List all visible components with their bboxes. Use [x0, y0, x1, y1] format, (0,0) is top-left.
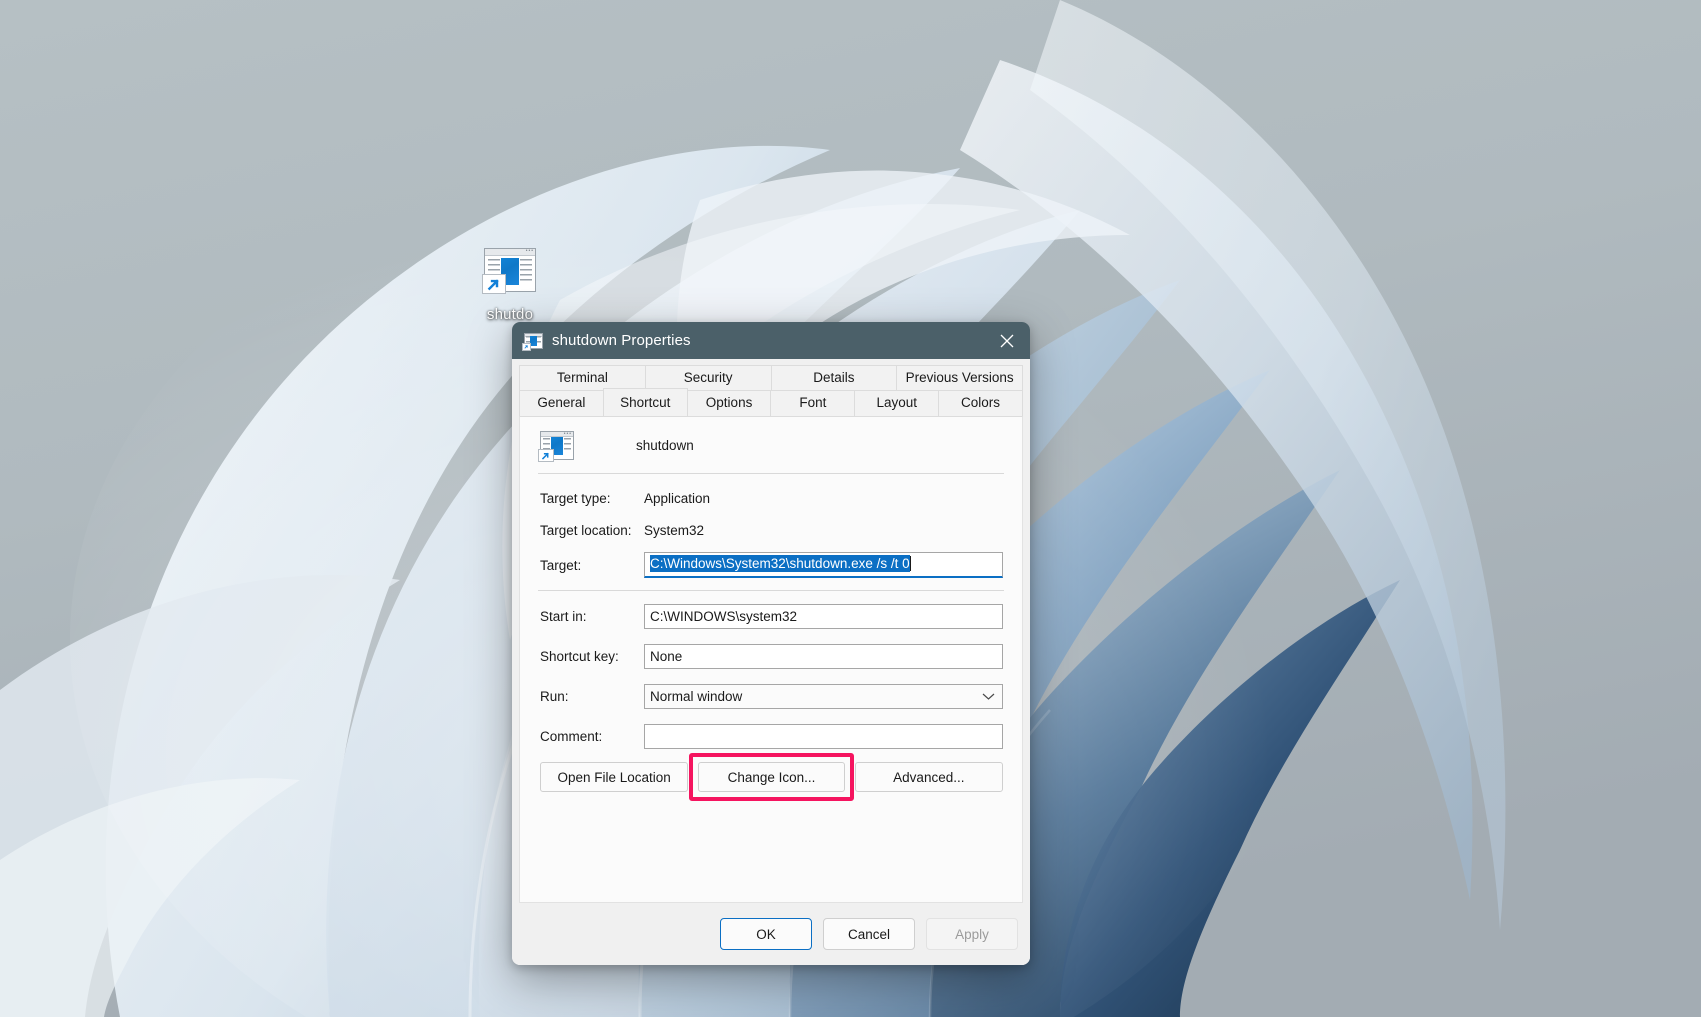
dialog-footer: OK Cancel Apply: [512, 903, 1030, 965]
desktop[interactable]: ••• shutdo shutdown Properties Terminal …: [0, 0, 1701, 1017]
change-icon-button-wrapper: Change Icon...: [689, 753, 854, 801]
desktop-icon-label: shutdo: [486, 306, 534, 323]
tab-row-2: General Shortcut Options Font Layout Col…: [519, 388, 1023, 416]
ok-button[interactable]: OK: [720, 918, 812, 950]
tab-font[interactable]: Font: [770, 390, 856, 416]
field-target: Target: C:\Windows\System32\shutdown.exe…: [536, 549, 1006, 581]
target-label: Target:: [540, 557, 582, 573]
shortcut-header: ••• shutdown: [536, 417, 1006, 473]
shortcut-arrow-icon: [482, 273, 506, 294]
shortcut-name-label: shutdown: [636, 438, 694, 453]
tab-row-1: Terminal Security Details Previous Versi…: [519, 365, 1023, 390]
open-file-location-button[interactable]: Open File Location: [540, 762, 689, 792]
tab-shortcut[interactable]: Shortcut: [602, 388, 688, 416]
tab-layout[interactable]: Layout: [854, 390, 940, 416]
close-icon[interactable]: [984, 322, 1030, 359]
chevron-down-icon: [982, 692, 995, 701]
shortcut-action-buttons: Open File Location Change Icon... Advanc…: [536, 752, 1006, 801]
tab-options[interactable]: Options: [686, 390, 772, 416]
shutdown-properties-dialog[interactable]: shutdown Properties Terminal Security De…: [512, 322, 1030, 965]
tab-details[interactable]: Details: [770, 365, 898, 390]
target-type-label: Target type:: [540, 490, 611, 506]
divider: [538, 590, 1004, 591]
run-label: Run:: [540, 688, 569, 704]
field-comment: Comment:: [536, 720, 1006, 752]
cancel-button[interactable]: Cancel: [823, 918, 915, 950]
shortcut-key-label: Shortcut key:: [540, 648, 619, 664]
run-dropdown-value: Normal window: [650, 688, 743, 704]
field-start-in: Start in: C:\WINDOWS\system32: [536, 600, 1006, 632]
field-run: Run: Normal window: [536, 680, 1006, 712]
target-input[interactable]: C:\Windows\System32\shutdown.exe /s /t 0: [644, 552, 1003, 578]
shortcut-tab-panel: ••• shutdown Target type: Application Ta…: [519, 416, 1023, 903]
tab-general[interactable]: General: [519, 390, 604, 416]
tab-security[interactable]: Security: [644, 365, 772, 390]
tab-previous-versions[interactable]: Previous Versions: [896, 365, 1023, 390]
field-shortcut-key: Shortcut key: None: [536, 640, 1006, 672]
target-type-value: Application: [644, 490, 711, 506]
shortcut-file-icon: •••: [479, 248, 541, 300]
comment-label: Comment:: [540, 728, 603, 744]
target-location-label: Target location:: [540, 522, 632, 538]
divider: [538, 473, 1004, 474]
field-target-type: Target type: Application: [536, 482, 1006, 514]
tab-terminal[interactable]: Terminal: [519, 365, 646, 390]
start-in-input[interactable]: C:\WINDOWS\system32: [644, 603, 1003, 629]
apply-button[interactable]: Apply: [926, 918, 1018, 950]
tab-colors[interactable]: Colors: [938, 390, 1023, 416]
target-location-value: System32: [644, 522, 705, 538]
tab-strip[interactable]: Terminal Security Details Previous Versi…: [512, 359, 1030, 416]
shortcut-file-icon-large: •••: [538, 431, 574, 462]
advanced-button[interactable]: Advanced...: [854, 762, 1003, 792]
change-icon-button[interactable]: Change Icon...: [698, 762, 845, 792]
shortcut-key-input[interactable]: None: [644, 643, 1003, 669]
run-dropdown[interactable]: Normal window: [644, 683, 1003, 709]
dialog-titlebar[interactable]: shutdown Properties: [512, 322, 1030, 359]
dialog-title: shutdown Properties: [552, 332, 691, 349]
target-input-value: C:\Windows\System32\shutdown.exe /s /t 0: [650, 555, 910, 572]
field-target-location: Target location: System32: [536, 514, 1006, 546]
start-in-label: Start in:: [540, 608, 587, 624]
desktop-icon-shutdown[interactable]: ••• shutdo: [455, 248, 565, 323]
comment-input[interactable]: [644, 723, 1003, 749]
text-caret: [909, 556, 911, 571]
titlebar-shortcut-icon: [522, 332, 543, 351]
